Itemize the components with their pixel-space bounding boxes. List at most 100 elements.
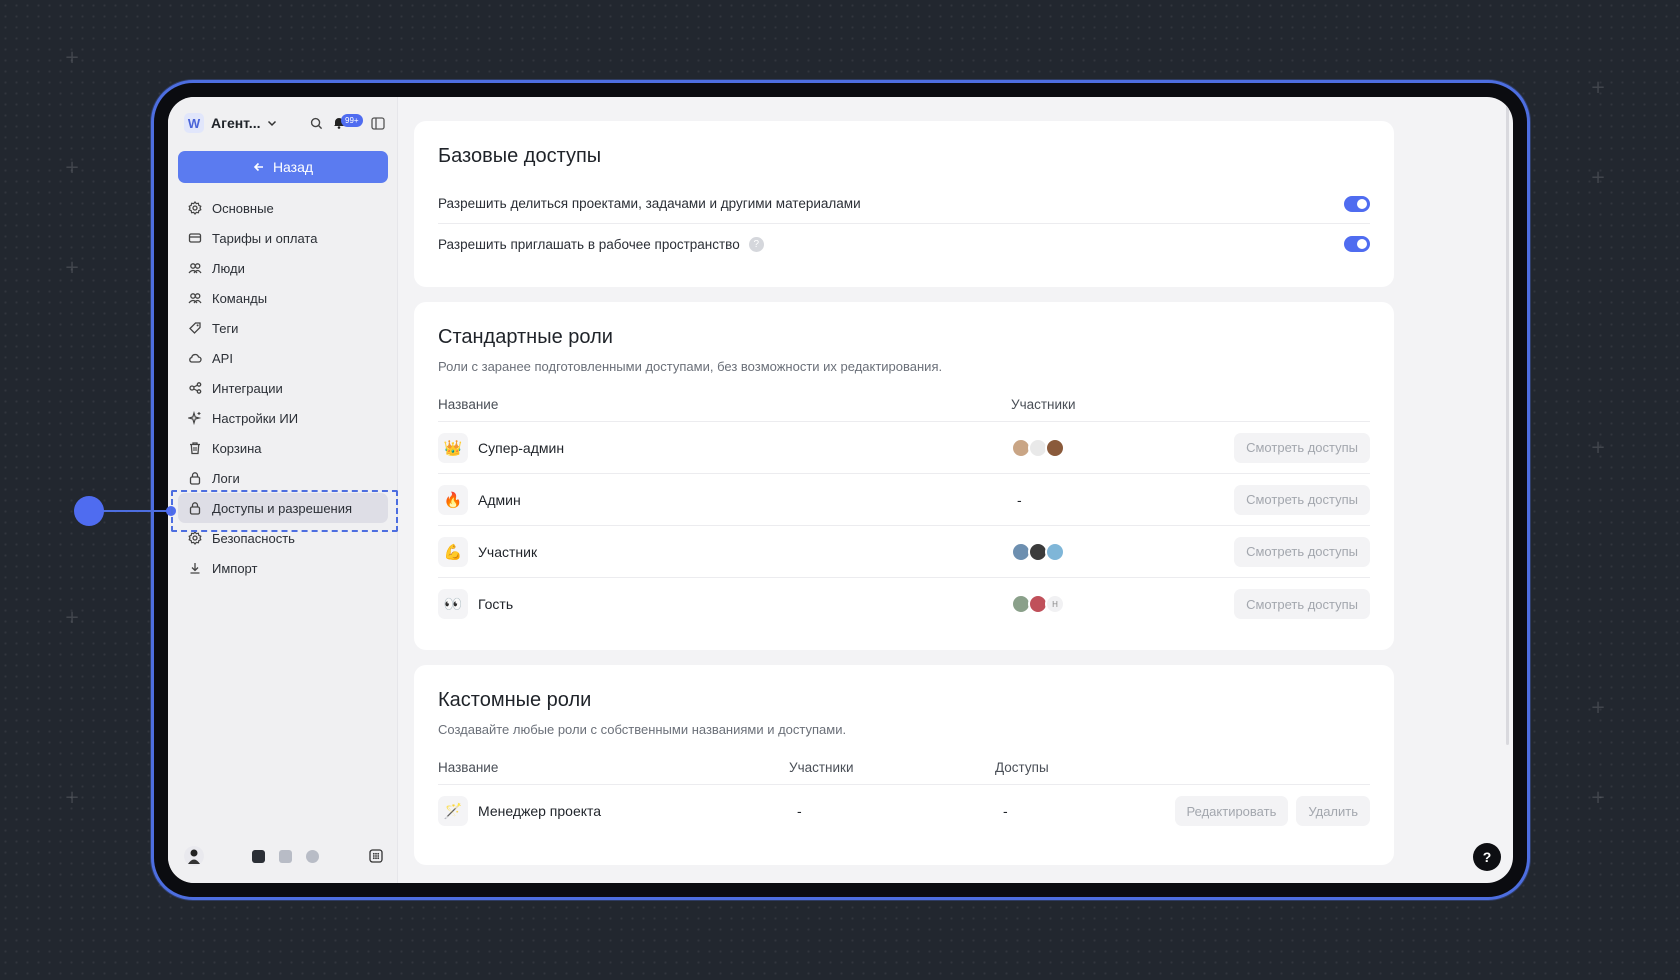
view-access-button[interactable]: Смотреть доступы [1234,432,1370,463]
sidebar-item-api[interactable]: API [178,343,388,373]
sidebar-item-label: Люди [212,260,245,276]
invite-permission-row: Разрешить приглашать в рабочее пространс… [438,224,1370,264]
role-name: Участник [478,543,538,560]
sidebar-item-label: Интеграции [212,380,283,396]
members-avatars[interactable] [1011,541,1065,562]
role-name: Менеджер проекта [478,803,602,819]
document-icon[interactable] [279,849,292,863]
sidebar-item-teams[interactable]: Команды [178,283,388,313]
sidebar-item-label: Тарифы и оплата [212,230,318,246]
table-row: 👀 Гость Н Смотреть доступы [438,578,1370,630]
card-icon [188,233,202,243]
avatar [1045,437,1065,458]
crown-icon: 👑 [438,432,468,463]
table-header: Название Участники Доступы [438,751,1370,785]
role-name: Админ [478,491,521,508]
section-subtitle: Роли с заранее подготовленными доступами… [438,359,943,374]
members-avatars[interactable] [1011,437,1065,458]
sidebar-item-trash[interactable]: Корзина [178,433,388,463]
view-access-button[interactable]: Смотреть доступы [1234,484,1370,515]
search-icon[interactable] [310,117,323,130]
magic-wand-icon: 🪄 [438,796,468,826]
sidebar-item-general[interactable]: Основные [178,193,388,223]
main-content: Базовые доступы Разрешить делиться проек… [398,97,1513,883]
view-access-button[interactable]: Смотреть доступы [1234,536,1370,567]
gear-icon [188,531,202,545]
workspace-logo: W [184,113,204,133]
scrollbar[interactable] [1506,105,1509,745]
sidebar-item-ai-settings[interactable]: Настройки ИИ [178,403,388,433]
sidebar-item-tags[interactable]: Теги [178,313,388,343]
sidebar-item-label: Безопасность [212,530,295,546]
sidebar-item-integrations[interactable]: Интеграции [178,373,388,403]
gear-icon [188,201,202,215]
section-title: Стандартные роли [438,326,613,348]
notifications-badge: 99+ [341,114,363,127]
table-row: 💪 Участник Смотреть доступы [438,526,1370,578]
members-empty: - [1017,491,1022,508]
column-header-members: Участники [1011,397,1076,412]
sidebar-item-label: Теги [212,320,239,336]
table-header: Название Участники [438,388,1370,422]
sidebar-item-label: Команды [212,290,268,306]
invite-toggle[interactable] [1344,236,1370,252]
sidebar-footer [184,845,383,867]
avatar [1045,541,1065,562]
people-icon [188,263,202,274]
delete-role-button[interactable]: Удалить [1296,796,1370,826]
setting-label: Разрешить делиться проектами, задачами и… [438,196,861,211]
edit-role-button[interactable]: Редактировать [1174,796,1289,826]
standard-roles-card: Стандартные роли Роли с заранее подготов… [414,302,1394,650]
members-avatars[interactable]: Н [1011,594,1065,614]
tasks-icon[interactable] [252,849,265,863]
annotation-marker [74,496,104,526]
help-button[interactable]: ? [1473,843,1501,871]
sidebar-item-billing[interactable]: Тарифы и оплата [178,223,388,253]
notifications-button[interactable]: 99+ [333,114,363,130]
role-name: Гость [478,596,514,612]
basic-access-card: Базовые доступы Разрешить делиться проек… [414,121,1394,287]
sidebar-item-label: Корзина [212,440,262,456]
sparkle-icon [188,411,202,425]
table-row: 🪄 Менеджер проекта - - Редактировать Уда… [438,785,1370,837]
sidebar-item-people[interactable]: Люди [178,253,388,283]
trash-icon [190,442,200,455]
share-toggle[interactable] [1344,195,1370,212]
chart-icon[interactable] [306,849,319,863]
role-members: - [797,803,802,819]
section-title: Базовые доступы [438,145,602,167]
table-row: 🔥 Админ - Смотреть доступы [438,474,1370,526]
back-button-label: Назад [272,159,314,175]
workspace-name[interactable]: Агент... [211,115,260,131]
avatar-initial: Н [1045,594,1065,614]
column-header-members: Участники [789,760,854,775]
column-header-name: Название [438,397,499,412]
section-subtitle: Создавайте любые роли с собственными наз… [438,722,847,737]
sidebar-item-logs[interactable]: Логи [178,463,388,493]
back-button[interactable]: Назад [178,151,388,183]
sidebar-item-import[interactable]: Импорт [178,553,388,583]
flexed-biceps-icon: 💪 [438,536,468,567]
sidebar-toggle-icon[interactable] [371,116,385,130]
integrations-icon [189,382,202,394]
custom-roles-card: Кастомные роли Создавайте любые роли с с… [414,665,1394,865]
workspace-header: W Агент... 99+ [184,111,385,135]
table-row: 👑 Супер-админ Смотреть доступы [438,422,1370,474]
sidebar-item-label: Настройки ИИ [212,410,299,426]
lock-icon [189,472,201,485]
view-access-button[interactable]: Смотреть доступы [1234,589,1370,619]
column-header-name: Название [438,760,499,775]
arrow-left-icon [253,162,263,172]
cloud-icon [189,353,202,363]
sidebar-item-label: Логи [212,470,240,486]
chevron-down-icon[interactable] [266,117,278,129]
role-name: Супер-админ [478,439,565,456]
user-avatar[interactable] [184,846,204,866]
people-icon [188,293,202,304]
section-title: Кастомные роли [438,689,592,711]
apps-grid-icon[interactable] [369,849,383,863]
tag-icon [189,322,201,334]
eyes-icon: 👀 [438,589,468,619]
help-icon[interactable]: ? [748,236,764,252]
sidebar-item-label: Основные [212,200,274,216]
